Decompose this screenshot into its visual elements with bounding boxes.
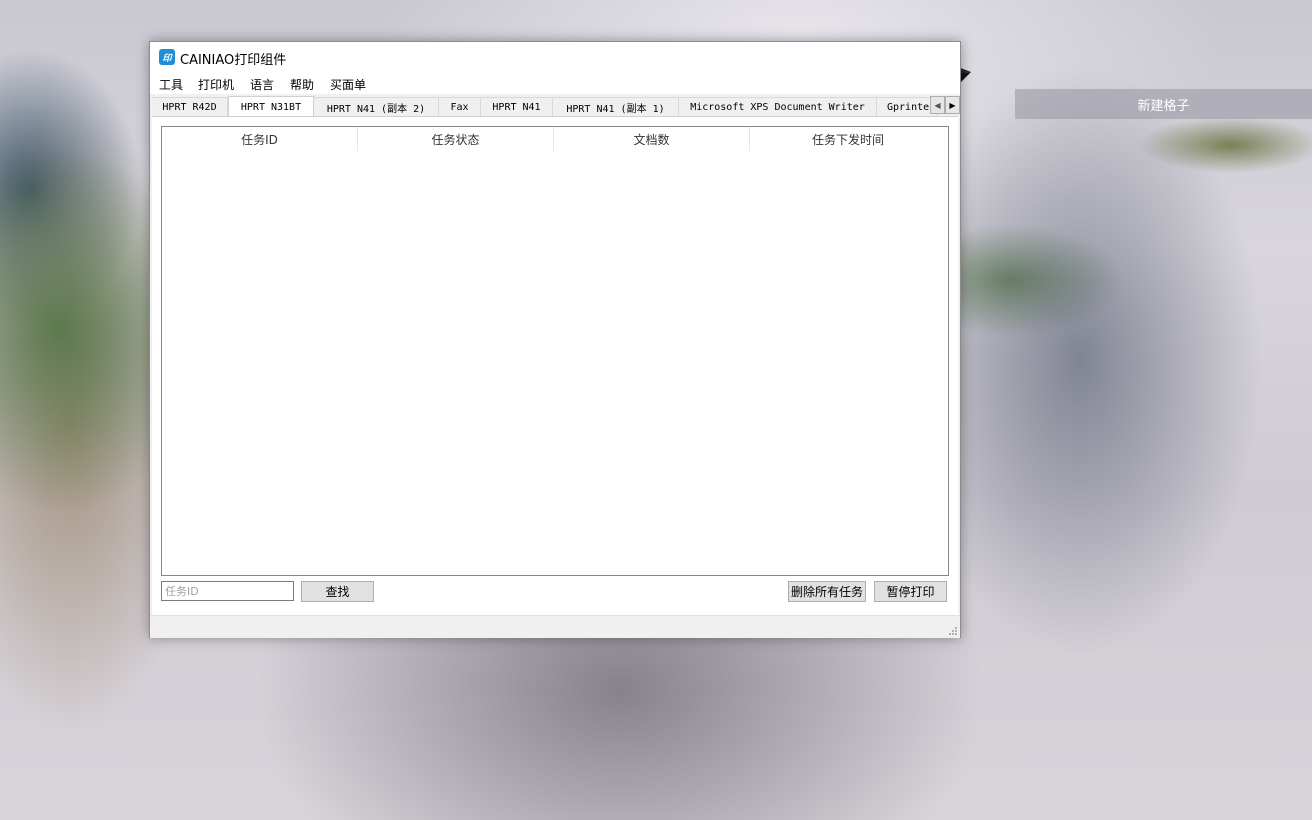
tab-panel: 任务ID 任务状态 文档数 任务下发时间 [152,116,958,615]
column-issue-time[interactable]: 任务下发时间 [750,127,946,151]
new-grid-button[interactable]: 新建格子 [1015,89,1312,119]
tab-scroll-right-icon[interactable]: ▶ [945,96,960,114]
tab-hprt-n41-copy-2[interactable]: HPRT N41 (副本 2) [314,97,439,116]
resize-grip-icon[interactable] [948,626,958,636]
menu-printer[interactable]: 打印机 [198,76,234,93]
menu-bar: 工具 打印机 语言 帮助 买面单 [150,72,960,94]
column-doc-count[interactable]: 文档数 [554,127,750,151]
task-list-header: 任务ID 任务状态 文档数 任务下发时间 [162,127,948,151]
tab-scroll-left-icon[interactable]: ◀ [930,96,945,114]
menu-language[interactable]: 语言 [250,76,274,93]
search-button[interactable]: 查找 [301,581,374,602]
window-title: CAINIAO打印组件 [180,53,287,68]
task-list[interactable]: 任务ID 任务状态 文档数 任务下发时间 [161,126,949,576]
print-component-window: 印 CAINIAO打印组件 工具 打印机 语言 帮助 买面单 HPRT R42D… [149,41,961,638]
delete-all-tasks-button[interactable]: 删除所有任务 [788,581,866,602]
menu-buy-waybill[interactable]: 买面单 [330,76,366,93]
tab-hprt-r42d[interactable]: HPRT R42D [152,97,228,116]
tab-fax[interactable]: Fax [439,97,481,116]
pause-print-button[interactable]: 暂停打印 [874,581,947,602]
tab-microsoft-xps[interactable]: Microsoft XPS Document Writer [679,97,877,116]
status-bar [150,615,960,638]
tab-hprt-n31bt[interactable]: HPRT N31BT [228,96,314,116]
menu-tools[interactable]: 工具 [159,76,183,93]
tab-gprinter[interactable]: Gprinte [877,97,937,116]
task-id-search-input[interactable] [161,581,294,601]
tab-scroll-buttons: ◀ ▶ [930,96,960,114]
column-task-id[interactable]: 任务ID [162,127,358,151]
tab-hprt-n41-copy-1[interactable]: HPRT N41 (副本 1) [553,97,679,116]
menu-help[interactable]: 帮助 [290,76,314,93]
title-bar[interactable]: 印 CAINIAO打印组件 [150,42,960,72]
printer-tabs: HPRT R42D HPRT N31BT HPRT N41 (副本 2) Fax… [152,96,958,116]
tab-hprt-n41[interactable]: HPRT N41 [481,97,553,116]
column-task-status[interactable]: 任务状态 [358,127,554,151]
cainiao-app-icon: 印 [159,49,175,65]
